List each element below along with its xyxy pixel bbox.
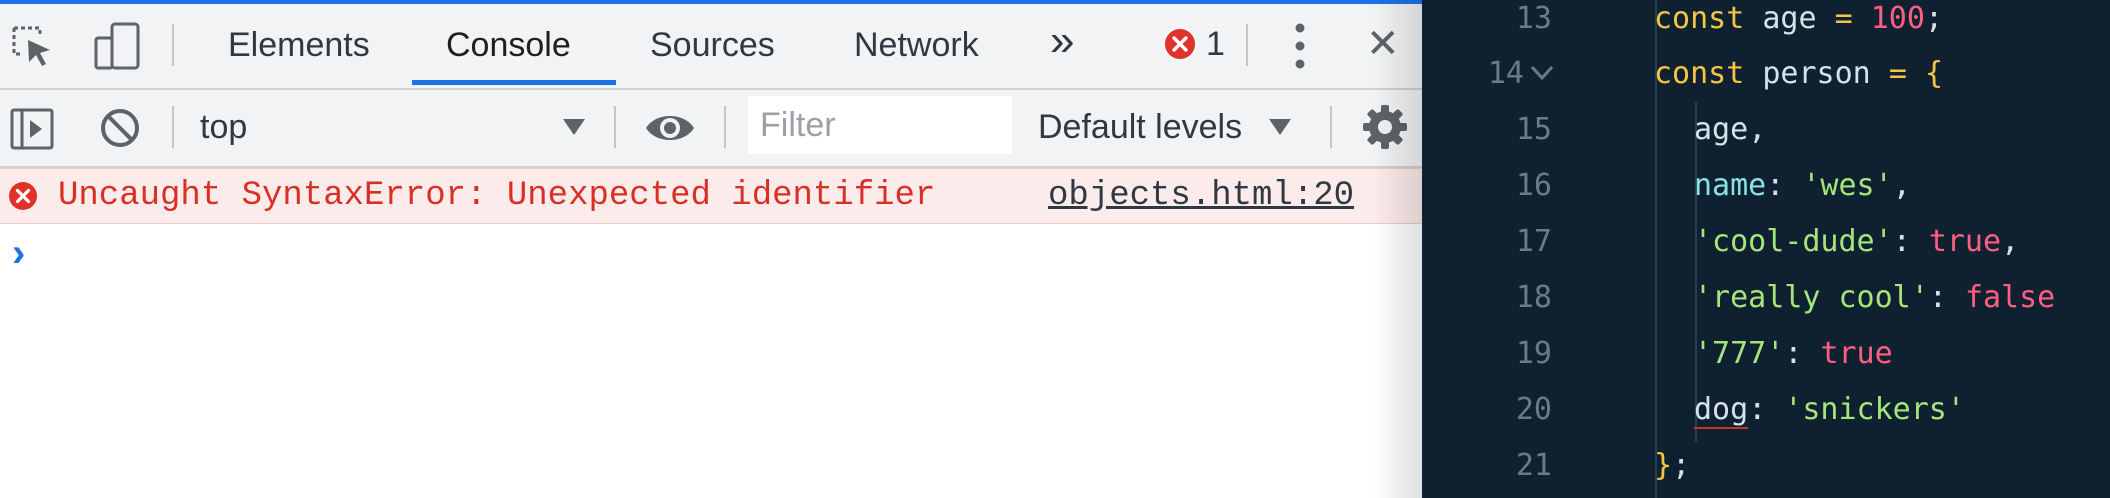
- code-line-17: 'cool-dude': true,: [1694, 223, 2019, 261]
- line-number: 20: [1515, 392, 1552, 427]
- string-literal: 'snickers': [1784, 392, 1965, 427]
- punctuation: ;: [1672, 448, 1691, 483]
- panel-edge-shadow: [1372, 0, 1422, 498]
- console-filter-input[interactable]: [748, 96, 1012, 154]
- chevron-down-icon: [1268, 118, 1292, 136]
- line-number: 18: [1515, 280, 1552, 315]
- boolean-literal: false: [1964, 280, 2056, 315]
- code-line-20: dog: 'snickers': [1694, 391, 1965, 429]
- active-tab-indicator: [412, 80, 616, 85]
- punctuation: ,: [1748, 112, 1767, 147]
- punctuation: ;: [1924, 1, 1943, 36]
- error-count: 1: [1206, 25, 1225, 63]
- string-literal: 'cool-dude': [1694, 224, 1893, 259]
- context-selector-value: top: [200, 108, 248, 146]
- line-number: 16: [1515, 168, 1552, 203]
- code-editor: 13 14 15 16 17 18 19 20 21 const age = 1…: [1422, 0, 2110, 498]
- console-error-message: Uncaught SyntaxError: Unexpected identif…: [0, 168, 1422, 224]
- operator: =: [1834, 1, 1853, 36]
- console-prompt-icon[interactable]: ›: [12, 228, 25, 278]
- line-number: 14: [1487, 56, 1524, 91]
- code-line-18: 'really cool': false: [1694, 279, 2055, 317]
- keyword: const: [1654, 56, 1745, 91]
- property: age: [1694, 112, 1749, 147]
- devtools-tab-bar: Elements Console Sources Network » 1 ✕: [0, 0, 1422, 90]
- string-literal: 'wes': [1802, 168, 1893, 203]
- line-number: 17: [1515, 224, 1552, 259]
- log-levels-label: Default levels: [1038, 108, 1243, 146]
- chevron-down-icon: [562, 118, 586, 136]
- toolbar-separator: [724, 106, 726, 148]
- log-levels-dropdown[interactable]: Default levels: [1038, 104, 1298, 150]
- punctuation: ,: [2001, 224, 2020, 259]
- error-icon: [1164, 28, 1196, 60]
- identifier: age: [1762, 1, 1817, 36]
- boolean-literal: true: [1928, 224, 2002, 259]
- code-line-14: const person = {: [1654, 55, 1943, 93]
- keyword: const: [1654, 1, 1745, 36]
- boolean-literal: true: [1820, 336, 1893, 371]
- device-toolbar-icon[interactable]: [92, 22, 142, 70]
- punctuation: ,: [1892, 168, 1911, 203]
- error-source-link[interactable]: objects.html:20: [1048, 173, 1354, 219]
- code-line-15: age,: [1694, 111, 1766, 149]
- error-message-text: Uncaught SyntaxError: Unexpected identif…: [58, 177, 936, 215]
- operator: =: [1888, 56, 1907, 91]
- property: dog: [1694, 392, 1749, 429]
- punctuation: :: [1928, 280, 1947, 315]
- error-icon: [8, 181, 38, 211]
- sidebar-toggle-icon[interactable]: [10, 108, 54, 150]
- string-literal: '777': [1694, 336, 1785, 371]
- toolbar-separator: [614, 106, 616, 148]
- string-literal: 'really cool': [1694, 280, 1929, 315]
- devtools-panel: Elements Console Sources Network » 1 ✕: [0, 0, 1422, 498]
- punctuation: :: [1766, 168, 1785, 203]
- punctuation: :: [1784, 336, 1803, 371]
- tab-elements[interactable]: Elements: [228, 20, 370, 70]
- tab-network[interactable]: Network: [854, 20, 979, 70]
- toolbar-separator: [172, 106, 174, 148]
- brace: {: [1924, 56, 1943, 91]
- identifier: person: [1762, 56, 1871, 91]
- code-line-21: };: [1654, 447, 1690, 485]
- code-line-13: const age = 100;: [1654, 0, 1943, 38]
- number-literal: 100: [1870, 1, 1925, 36]
- tab-sources[interactable]: Sources: [650, 20, 775, 70]
- more-options-icon[interactable]: [1292, 22, 1308, 70]
- toolbar-separator: [1330, 106, 1332, 148]
- brace: }: [1654, 448, 1673, 483]
- live-expression-eye-icon[interactable]: [644, 108, 696, 148]
- context-selector[interactable]: top: [200, 98, 600, 156]
- code-line-19: '777': true: [1694, 335, 1893, 373]
- punctuation: :: [1892, 224, 1911, 259]
- toolbar-separator: [172, 24, 174, 66]
- more-tabs-button[interactable]: »: [1050, 16, 1074, 66]
- line-number: 13: [1515, 1, 1552, 36]
- property: name: [1694, 168, 1767, 203]
- code-line-16: name: 'wes',: [1694, 167, 1911, 205]
- toolbar-separator: [1246, 24, 1248, 66]
- line-number: 19: [1515, 336, 1552, 371]
- inspect-element-icon[interactable]: [10, 24, 56, 70]
- window-accent-bar: [0, 0, 1422, 4]
- fold-chevron-icon[interactable]: [1528, 58, 1556, 86]
- line-number: 15: [1515, 112, 1552, 147]
- punctuation: :: [1748, 392, 1767, 427]
- tab-console[interactable]: Console: [446, 20, 571, 70]
- line-number: 21: [1515, 448, 1552, 483]
- clear-console-icon[interactable]: [98, 106, 142, 150]
